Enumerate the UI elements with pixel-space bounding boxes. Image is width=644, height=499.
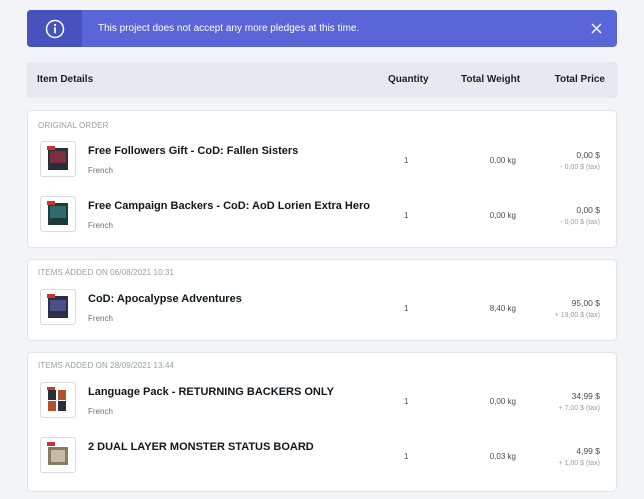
item-price: 34,99 $	[571, 391, 600, 401]
item-language: French	[88, 221, 113, 230]
product-thumbnail	[40, 196, 76, 232]
item-tax: + 1,00 $ (tax)	[558, 460, 600, 467]
item-language: French	[88, 166, 113, 175]
item-language: French	[88, 314, 113, 323]
item-weight: 0,03 kg	[489, 452, 516, 461]
product-thumbnail	[40, 141, 76, 177]
item-price: 4,99 $	[576, 446, 600, 456]
item-price: 0,00 $	[576, 150, 600, 160]
item-language: French	[88, 407, 113, 416]
item-price: 0,00 $	[576, 205, 600, 215]
order-item-row: Free Followers Gift - CoD: Fallen Sister…	[28, 134, 616, 184]
product-thumbnail	[40, 437, 76, 473]
item-tax: + 19,00 $ (tax)	[554, 312, 600, 319]
product-thumbnail	[40, 382, 76, 418]
item-tax: - 0,00 $ (tax)	[560, 219, 600, 226]
item-weight: 8,40 kg	[489, 304, 516, 313]
item-weight: 0,00 kg	[489, 211, 516, 220]
header-total-price: Total Price	[554, 74, 605, 85]
item-name: CoD: Apocalypse Adventures	[88, 293, 242, 305]
close-icon[interactable]	[589, 22, 603, 36]
item-tax: + 7,00 $ (tax)	[558, 405, 600, 412]
item-name: Free Campaign Backers - CoD: AoD Lorien …	[88, 200, 370, 212]
order-group-original: ORIGINAL ORDER Free Followers Gift - CoD…	[27, 110, 617, 248]
order-item-row: Free Campaign Backers - CoD: AoD Lorien …	[28, 189, 616, 239]
item-weight: 0,00 kg	[489, 397, 516, 406]
item-quantity: 1	[404, 211, 409, 220]
header-item-details: Item Details	[37, 74, 94, 85]
item-weight: 0,00 kg	[489, 156, 516, 165]
item-name: 2 DUAL LAYER MONSTER STATUS BOARD	[88, 441, 314, 453]
item-quantity: 1	[404, 156, 409, 165]
banner-message: This project does not accept any more pl…	[98, 23, 360, 34]
item-quantity: 1	[404, 452, 409, 461]
item-price: 95,00 $	[571, 298, 600, 308]
order-item-row: CoD: Apocalypse Adventures French 1 8,40…	[28, 282, 616, 332]
header-quantity: Quantity	[388, 74, 429, 85]
group-label: ITEMS ADDED ON 28/09/2021 13:44	[38, 361, 175, 370]
info-circle-icon	[45, 19, 64, 38]
group-label: ORIGINAL ORDER	[38, 121, 109, 130]
item-name: Language Pack - RETURNING BACKERS ONLY	[88, 386, 334, 398]
banner-icon-box	[27, 10, 82, 47]
item-name: Free Followers Gift - CoD: Fallen Sister…	[88, 145, 299, 157]
order-group-added-2021-08-06: ITEMS ADDED ON 06/08/2021 10:31 CoD: Apo…	[27, 259, 617, 341]
item-quantity: 1	[404, 397, 409, 406]
table-header: Item Details Quantity Total Weight Total…	[27, 62, 617, 98]
header-total-weight: Total Weight	[461, 74, 521, 85]
order-item-row: Language Pack - RETURNING BACKERS ONLY F…	[28, 375, 616, 425]
item-tax: - 0,00 $ (tax)	[560, 164, 600, 171]
group-label: ITEMS ADDED ON 06/08/2021 10:31	[38, 268, 175, 277]
product-thumbnail	[40, 289, 76, 325]
item-quantity: 1	[404, 304, 409, 313]
order-item-row: 2 DUAL LAYER MONSTER STATUS BOARD 1 0,03…	[28, 430, 616, 480]
order-group-added-2021-09-28: ITEMS ADDED ON 28/09/2021 13:44 Language…	[27, 352, 617, 492]
pledge-closed-banner: This project does not accept any more pl…	[27, 10, 617, 47]
